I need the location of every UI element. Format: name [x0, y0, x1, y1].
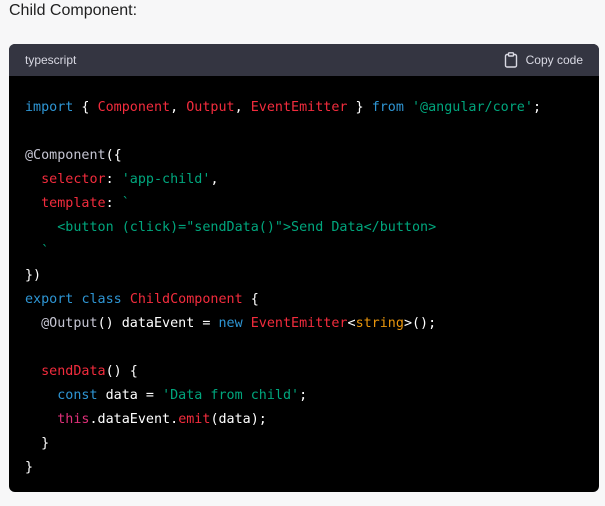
code-token: <button (click)="sendData()">Send Data</…: [25, 220, 437, 235]
code-line: template: `: [25, 192, 583, 216]
copy-code-button[interactable]: Copy code: [504, 52, 583, 68]
code-token: ,: [210, 172, 219, 187]
code-token: selector: [41, 172, 106, 187]
code-token: new: [218, 316, 243, 331]
code-token: ;: [532, 100, 541, 115]
code-token: (data);: [210, 412, 267, 427]
code-token: @Output: [41, 316, 98, 331]
code-token: {: [73, 100, 98, 115]
code-token: Component: [97, 100, 171, 115]
section-heading: Child Component:: [9, 2, 138, 19]
code-token: data =: [97, 388, 163, 403]
code-token: .dataEvent.: [89, 412, 179, 427]
code-token: emit: [178, 412, 211, 427]
code-token: :: [105, 172, 122, 187]
code-token: this: [57, 412, 90, 427]
code-token: <: [347, 316, 356, 331]
code-line: @Component({: [25, 144, 583, 168]
code-token: @Component: [25, 148, 106, 163]
code-token: class: [81, 292, 122, 307]
code-line: `: [25, 240, 583, 264]
copy-code-label: Copy code: [525, 53, 583, 67]
code-line: this.dataEvent.emit(data);: [25, 408, 583, 432]
code-token: }: [347, 100, 372, 115]
code-token: }: [25, 436, 50, 451]
code-token: const: [57, 388, 98, 403]
code-token: from: [371, 100, 404, 115]
code-token: 'app-child': [121, 172, 211, 187]
code-token: ;: [299, 388, 308, 403]
code-line: selector: 'app-child',: [25, 168, 583, 192]
code-token: `: [121, 196, 130, 211]
code-token: ,: [170, 100, 187, 115]
code-block: typescript Copy code import { Component,…: [9, 44, 599, 492]
code-line: import { Component, Output, EventEmitter…: [25, 96, 583, 120]
code-token: }: [25, 460, 34, 475]
code-line: }: [25, 456, 583, 480]
code-line: }: [25, 432, 583, 456]
code-token: ,: [234, 100, 251, 115]
code-line: sendData() {: [25, 360, 583, 384]
code-token: Output: [186, 100, 235, 115]
code-token: import: [25, 100, 74, 115]
code-token: string: [355, 316, 404, 331]
code-token: () dataEvent =: [97, 316, 219, 331]
code-line: const data = 'Data from child';: [25, 384, 583, 408]
code-token: {: [242, 292, 259, 307]
clipboard-icon: [504, 52, 518, 68]
code-language-label: typescript: [25, 53, 77, 67]
code-token: template: [41, 196, 106, 211]
code-token: () {: [105, 364, 138, 379]
code-token: EventEmitter: [250, 316, 348, 331]
code-block-header: typescript Copy code: [9, 44, 599, 76]
code-token: export: [25, 292, 74, 307]
code-token: ChildComponent: [129, 292, 243, 307]
code-token: EventEmitter: [250, 100, 348, 115]
code-token: sendData: [41, 364, 106, 379]
code-token: 'Data from child': [162, 388, 300, 403]
code-content: import { Component, Output, EventEmitter…: [9, 76, 599, 480]
code-token: `: [25, 244, 50, 259]
code-line: export class ChildComponent {: [25, 288, 583, 312]
code-line: <button (click)="sendData()">Send Data</…: [25, 216, 583, 240]
code-line: @Output() dataEvent = new EventEmitter<s…: [25, 312, 583, 336]
code-token: :: [105, 196, 122, 211]
code-line: }): [25, 264, 583, 288]
code-token: '@angular/core': [412, 100, 533, 115]
code-token: }): [25, 268, 42, 283]
code-token: ({: [105, 148, 122, 163]
code-token: >();: [403, 316, 437, 331]
